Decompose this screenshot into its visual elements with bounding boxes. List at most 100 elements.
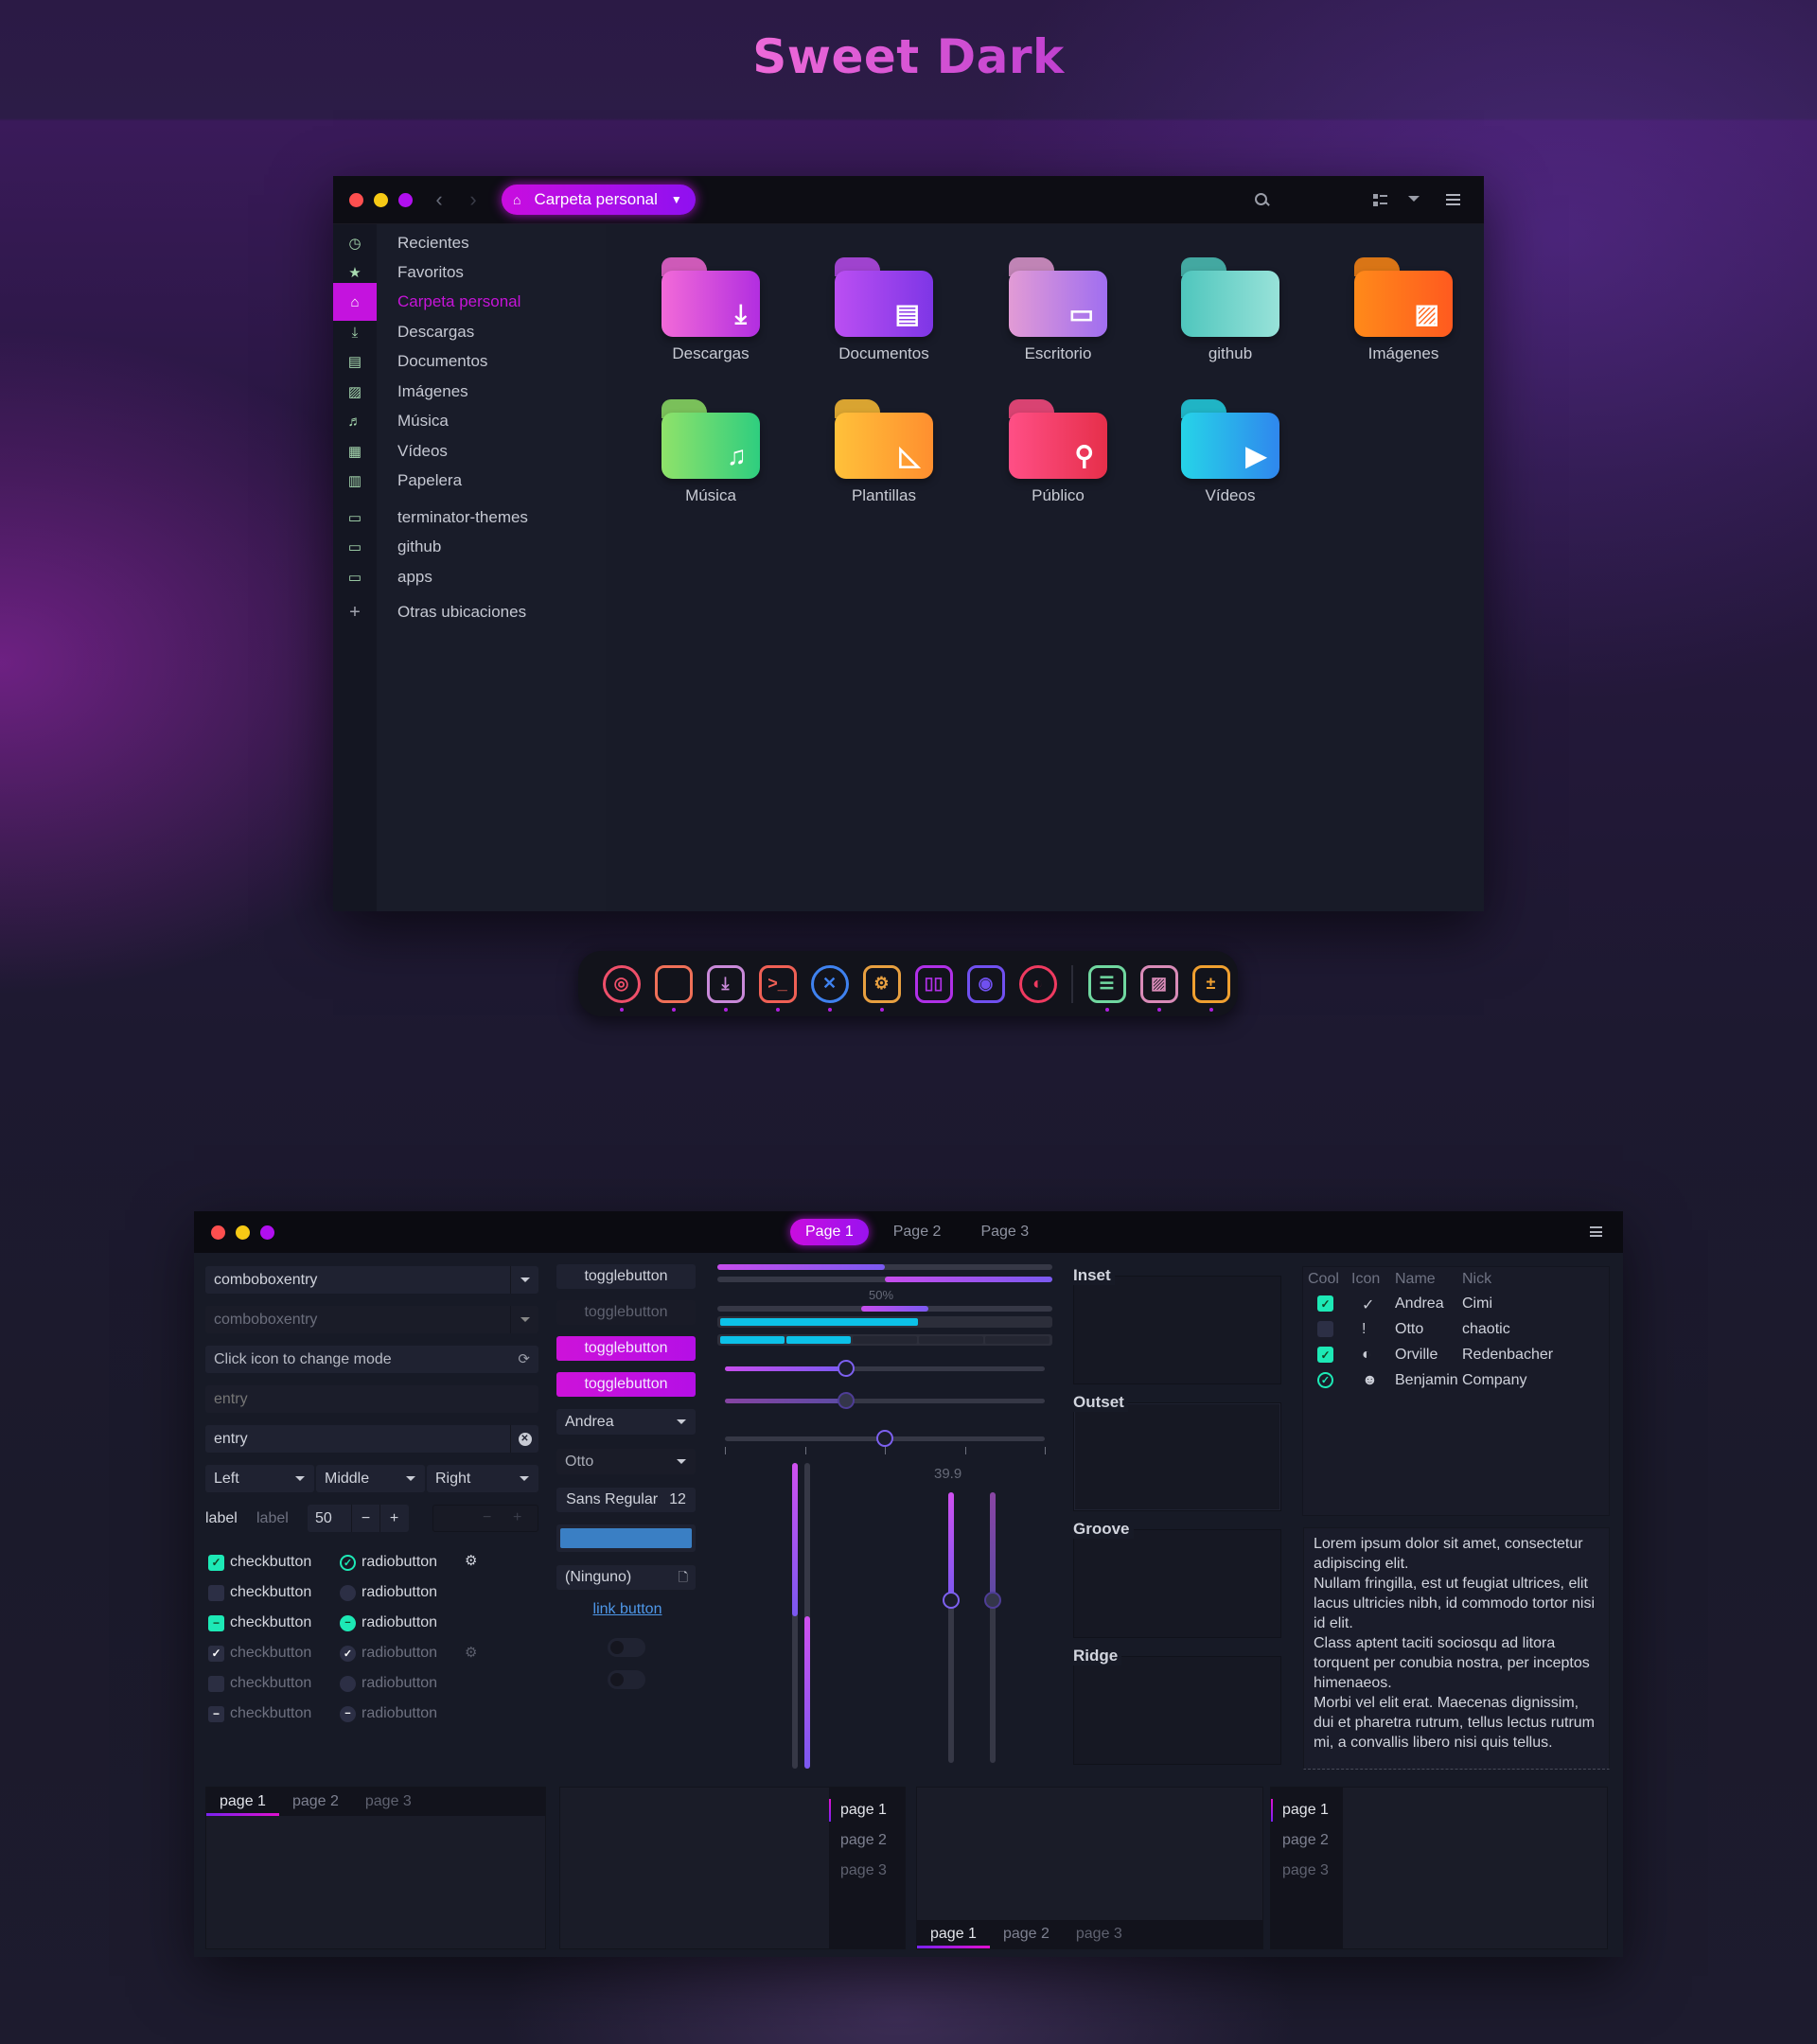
table-row[interactable]: ✓ ◐ Orville Redenbacher (1303, 1345, 1609, 1367)
hamburger-menu-icon[interactable] (1446, 194, 1460, 205)
view-list-icon[interactable] (1373, 194, 1387, 207)
notebook-tab[interactable]: page 1 (1271, 1795, 1343, 1825)
font-button[interactable]: Sans Regular 12 (556, 1488, 696, 1512)
table-row[interactable]: ✓ ☻ Benjamin Company (1303, 1370, 1609, 1393)
minimize-button[interactable] (374, 192, 388, 207)
chevron-left-icon[interactable]: ‹ (428, 187, 450, 211)
text-view[interactable]: Lorem ipsum dolor sit amet, consectetur … (1303, 1527, 1610, 1770)
dock-app[interactable]: ▯▯ (908, 958, 960, 1010)
path-bar-button[interactable]: ⌂ Carpeta personal ▼ (502, 185, 696, 215)
column-header[interactable]: Icon (1351, 1271, 1380, 1288)
notebook-tab[interactable]: page 1 (829, 1795, 905, 1825)
chevron-down-icon[interactable] (1408, 196, 1420, 202)
switch-2[interactable] (608, 1670, 645, 1689)
chevron-down-icon[interactable] (510, 1266, 538, 1294)
combo-middle[interactable]: Middle (316, 1465, 425, 1492)
maximize-button[interactable] (260, 1225, 274, 1240)
folder-item[interactable]: ▨ Imágenes (1332, 257, 1474, 390)
folder-item[interactable]: github (1159, 257, 1301, 390)
notebook-tab[interactable]: page 2 (279, 1788, 352, 1816)
hamburger-menu-icon[interactable] (1590, 1226, 1602, 1237)
notebook-tab[interactable]: page 3 (352, 1788, 425, 1816)
chevron-right-icon[interactable]: › (462, 187, 485, 211)
gear-icon[interactable]: ⚙ (465, 1552, 477, 1569)
checkbutton[interactable]: checkbutton (208, 1582, 311, 1603)
checkbutton[interactable]: − checkbutton (208, 1612, 311, 1633)
dock-app[interactable]: ◐ (1012, 958, 1064, 1010)
slider-knob[interactable] (838, 1392, 856, 1409)
column-header[interactable]: Cool (1308, 1271, 1339, 1288)
tab-page-2[interactable]: Page 2 (878, 1219, 957, 1245)
file-chooser-button[interactable]: (Ninguno) 🗋 (556, 1565, 696, 1590)
table-row[interactable]: ✓ ✓ Andrea Cimi (1303, 1294, 1609, 1316)
sidebar-item[interactable]: ▥ Papelera (333, 462, 606, 500)
close-button[interactable] (349, 192, 363, 207)
spin-increment-button[interactable]: + (379, 1505, 408, 1532)
dock-app[interactable]: ± (1185, 958, 1237, 1012)
toggle-button[interactable]: togglebutton (556, 1264, 696, 1289)
dock-app[interactable]: ⤓ (699, 958, 751, 1012)
notebook-tab[interactable]: page 3 (829, 1856, 905, 1886)
search-icon[interactable] (1253, 191, 1270, 208)
notebook-tab[interactable]: page 2 (829, 1825, 905, 1856)
slider-knob[interactable] (876, 1430, 893, 1447)
radiobutton[interactable]: − radiobutton (340, 1612, 437, 1633)
toggle-button[interactable]: togglebutton (556, 1372, 696, 1397)
folder-item[interactable]: ▶ Vídeos (1159, 399, 1301, 532)
column-header[interactable]: Nick (1462, 1271, 1491, 1288)
slider-knob[interactable] (943, 1592, 960, 1610)
dock-app[interactable]: ☰ (1081, 958, 1133, 1012)
table-row[interactable]: ! Otto chaotic (1303, 1319, 1609, 1342)
dock-app[interactable]: ◎ (595, 958, 647, 1012)
checkbutton[interactable]: ✓ checkbutton (208, 1552, 311, 1573)
combo-right[interactable]: Right (427, 1465, 538, 1492)
horizontal-slider-disabled[interactable] (725, 1399, 1045, 1403)
combobox-entry[interactable]: comboboxentry (205, 1266, 538, 1294)
checkbox-empty[interactable] (1317, 1321, 1333, 1337)
entry-field[interactable]: entry ✕ (205, 1425, 538, 1453)
tab-page-1[interactable]: Page 1 (790, 1219, 869, 1245)
mode-entry[interactable]: Click icon to change mode ⟳ (205, 1346, 538, 1373)
link-button[interactable]: link button (590, 1601, 665, 1618)
dock-app[interactable]: ✕ (803, 958, 856, 1012)
sidebar-item[interactable]: ▭ apps (333, 558, 606, 596)
toggle-button[interactable]: togglebutton (556, 1336, 696, 1361)
folder-item[interactable]: ▤ Documentos (813, 257, 955, 390)
check-icon[interactable]: ✓ (1317, 1295, 1333, 1312)
dock-app[interactable]: >_ (751, 958, 803, 1012)
folder-item[interactable]: ⚲ Público (987, 399, 1129, 532)
entry-placeholder-field[interactable] (205, 1385, 538, 1413)
spin-decrement-button[interactable]: − (351, 1505, 379, 1532)
slider-knob[interactable] (838, 1360, 856, 1377)
close-button[interactable] (211, 1225, 225, 1240)
radio-checked-icon[interactable]: ✓ (1317, 1372, 1333, 1388)
combo-andrea[interactable]: Andrea (556, 1409, 696, 1435)
clear-icon[interactable]: ✕ (510, 1425, 538, 1453)
notebook-tab[interactable]: page 2 (990, 1920, 1063, 1948)
minimize-button[interactable] (236, 1225, 250, 1240)
folder-item[interactable]: ♫ Música (640, 399, 782, 532)
dock-app[interactable] (647, 958, 699, 1012)
folder-item[interactable]: ◺ Plantillas (813, 399, 955, 532)
horizontal-slider[interactable] (725, 1366, 1045, 1371)
refresh-icon[interactable]: ⟳ (518, 1350, 530, 1367)
radiobutton[interactable]: ✓ radiobutton (340, 1552, 437, 1573)
notebook-tab[interactable]: page 2 (1271, 1825, 1343, 1856)
notebook-tab[interactable]: page 1 (917, 1920, 990, 1948)
sidebar-item[interactable]: + Otras ubicaciones (333, 593, 606, 631)
folder-item[interactable]: ⤓ Descargas (640, 257, 782, 390)
combo-otto[interactable]: Otto (556, 1449, 696, 1474)
radiobutton[interactable]: radiobutton (340, 1582, 437, 1603)
dock-app[interactable]: ▨ (1133, 958, 1185, 1012)
combo-left[interactable]: Left (205, 1465, 314, 1492)
column-header[interactable]: Name (1395, 1271, 1436, 1288)
maximize-button[interactable] (398, 192, 413, 207)
notebook-tab[interactable]: page 1 (206, 1788, 279, 1816)
tab-page-3[interactable]: Page 3 (965, 1219, 1044, 1245)
dock-app[interactable]: ⚙ (856, 958, 908, 1012)
spin-button[interactable]: 50 − + (308, 1505, 409, 1532)
color-button[interactable] (556, 1524, 696, 1552)
check-icon[interactable]: ✓ (1317, 1347, 1333, 1363)
notebook-tab[interactable]: page 3 (1271, 1856, 1343, 1886)
switch-1[interactable] (608, 1638, 645, 1657)
